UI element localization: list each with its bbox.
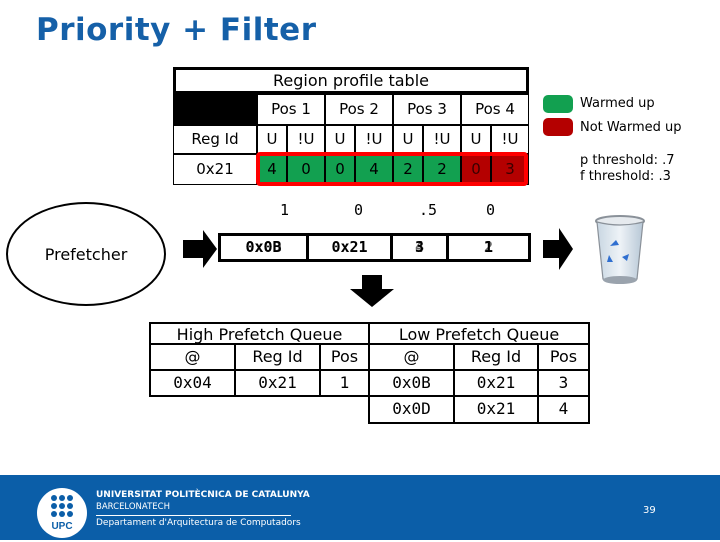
trash-bin-icon [595, 215, 645, 284]
low-queue-cell: 0x0D [368, 395, 455, 424]
counter-cell-warm: 4 [355, 154, 393, 185]
legend-swatch-warm [543, 95, 573, 113]
pos-header: Pos 2 [325, 94, 393, 125]
low-queue-col-header: @ [368, 343, 455, 371]
arrow-down-icon [350, 275, 394, 307]
upc-logo: UPC [37, 488, 87, 538]
counter-cell-cold: 0 [461, 154, 491, 185]
prefetcher-label: Prefetcher [44, 244, 128, 264]
upc-logo-text: UPC [51, 521, 72, 532]
pipeline-cell-overlay-text: 4 [414, 238, 425, 256]
low-queue-title: Low Prefetch Queue [368, 322, 590, 345]
pos-header: Pos 3 [393, 94, 461, 125]
reg-id-header: Reg Id [173, 125, 257, 154]
prefetcher-node: Prefetcher [6, 202, 166, 306]
counter-cell-warm: 0 [325, 154, 355, 185]
low-queue-col-header: Pos [537, 343, 590, 371]
low-queue-cell: 0x21 [453, 395, 539, 424]
probability-value: .5 [419, 201, 438, 219]
low-queue-cell: 0x21 [453, 369, 539, 397]
prefetch-pipeline: 0x0B 0x0D 0x21 3 4 1 2 [218, 233, 531, 262]
sub-header-cell: !U [491, 125, 529, 154]
upc-logo-icon: UPC [51, 495, 73, 532]
footer-divider [96, 515, 291, 516]
slide-title: Priority + Filter [36, 12, 317, 48]
sub-header-cell: !U [423, 125, 461, 154]
page-number: 39 [643, 505, 656, 516]
department-name: Departament d'Arquitectura de Computador… [96, 518, 301, 528]
counter-cell-warm: 0 [287, 154, 325, 185]
sub-header-cell: U [393, 125, 423, 154]
probability-value: 0 [354, 201, 364, 219]
probability-value: 1 [280, 201, 290, 219]
probability-value: 0 [486, 201, 496, 219]
high-queue-col-header: @ [149, 343, 236, 371]
counter-cell-cold: 3 [491, 154, 529, 185]
sub-header-cell: U [257, 125, 287, 154]
pipeline-cell-pos: 3 4 [393, 236, 449, 259]
legend-swatch-cold [543, 118, 573, 136]
region-profile-table-title: Region profile table [173, 67, 529, 94]
low-queue-col-header: Reg Id [453, 343, 539, 371]
high-queue-col-header: Reg Id [234, 343, 321, 371]
counter-cell-warm: 2 [423, 154, 461, 185]
campus-name: BARCELONATECH [96, 502, 170, 512]
high-queue-title: High Prefetch Queue [149, 322, 370, 345]
reg-id-value: 0x21 [173, 154, 257, 185]
high-queue-cell: 0x04 [149, 369, 236, 397]
pipeline-cell-text: 0x21 [331, 238, 368, 256]
low-queue-cell: 0x0B [368, 369, 455, 397]
pipeline-cell-regid: 0x21 [309, 236, 393, 259]
high-queue-cell: 0x21 [234, 369, 321, 397]
header-blank-cell [173, 94, 257, 125]
sub-header-cell: !U [355, 125, 393, 154]
sub-header-cell: U [461, 125, 491, 154]
legend-label-cold: Not Warmed up [580, 120, 682, 135]
pipeline-cell-address: 0x0B 0x0D [221, 236, 309, 259]
pos-header: Pos 1 [257, 94, 325, 125]
pipeline-cell-extra: 1 2 [449, 236, 528, 259]
high-queue-cell: 1 [319, 369, 370, 397]
low-queue-cell: 4 [537, 395, 590, 424]
p-threshold: p threshold: .7 [580, 153, 675, 168]
high-queue-col-header: Pos [319, 343, 370, 371]
counter-cell-warm: 4 [257, 154, 287, 185]
f-threshold: f threshold: .3 [580, 169, 671, 184]
pipeline-cell-overlay-text: 2 [483, 238, 494, 256]
university-name: UNIVERSITAT POLITÈCNICA DE CATALUNYA [96, 490, 310, 500]
sub-header-cell: U [325, 125, 355, 154]
arrow-right-icon [183, 230, 217, 268]
legend-label-warm: Warmed up [580, 96, 655, 111]
pipeline-cell-overlay-text: 0x0D [245, 238, 282, 256]
pos-header: Pos 4 [461, 94, 529, 125]
arrow-right-icon [543, 228, 573, 270]
counter-cell-warm: 2 [393, 154, 423, 185]
sub-header-cell: !U [287, 125, 325, 154]
low-queue-cell: 3 [537, 369, 590, 397]
